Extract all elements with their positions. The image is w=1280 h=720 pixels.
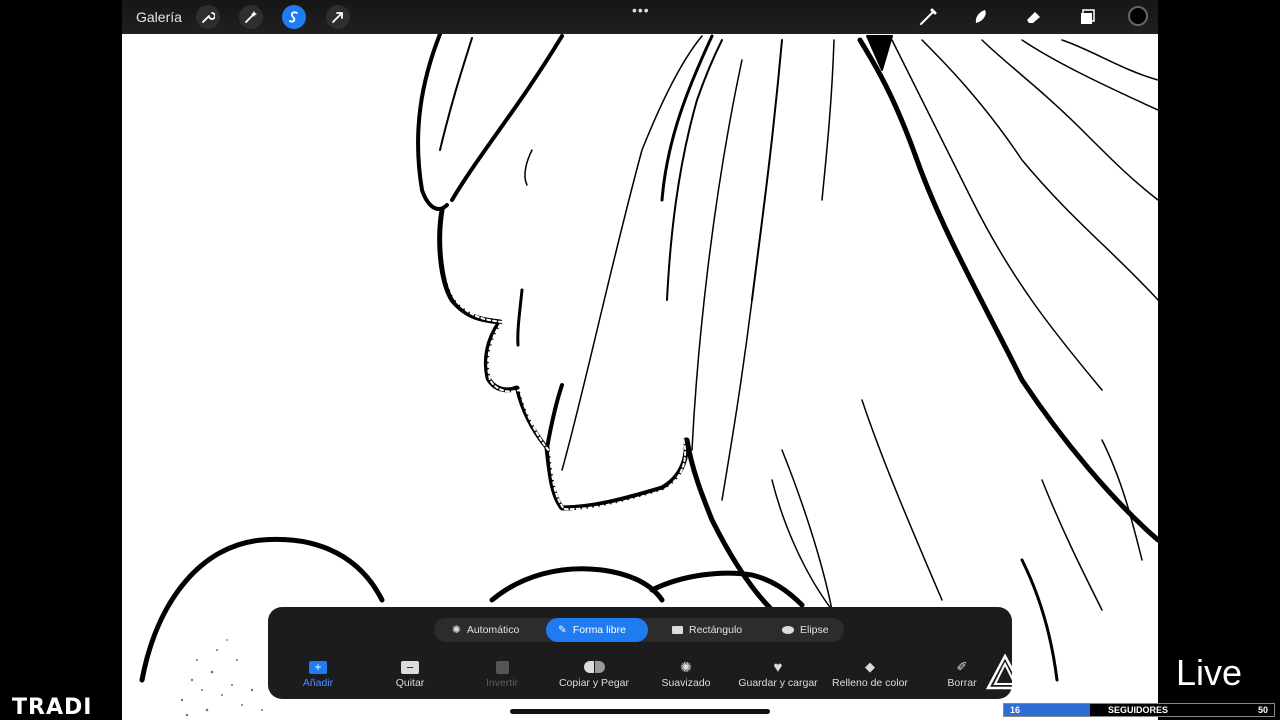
selection-mode-bar: ✺ Automático ✎ Forma libre Rectángulo El… bbox=[434, 618, 844, 642]
home-indicator bbox=[510, 709, 770, 714]
gallery-button[interactable]: Galería bbox=[136, 9, 182, 25]
selection-icon[interactable] bbox=[282, 5, 306, 29]
ellipse-icon bbox=[782, 626, 794, 634]
layers-icon[interactable] bbox=[1076, 6, 1098, 28]
selection-panel: ✺ Automático ✎ Forma libre Rectángulo El… bbox=[268, 607, 1012, 699]
followers-current: 16 bbox=[1010, 705, 1021, 715]
live-label: Live bbox=[1176, 652, 1243, 693]
invert-icon bbox=[495, 660, 509, 674]
followers-goal-bar: 16 SEGUIDORES 50 bbox=[1003, 703, 1275, 717]
brush-icon[interactable] bbox=[917, 6, 939, 28]
invert-button[interactable]: Invertir bbox=[457, 657, 547, 689]
mode-automatic[interactable]: ✺ Automático bbox=[440, 618, 531, 642]
more-options-icon[interactable]: ••• bbox=[632, 2, 650, 18]
feather-button[interactable]: ✺ Suavizado bbox=[641, 657, 731, 690]
mode-freehand[interactable]: ✎ Forma libre bbox=[546, 618, 648, 642]
channel-name: TRADI bbox=[12, 695, 93, 720]
fill-icon: ◆ bbox=[865, 659, 875, 674]
sparkle-icon: ✺ bbox=[452, 624, 461, 636]
clear-icon: ✐ bbox=[956, 659, 968, 674]
copy-paste-button[interactable]: Copiar y Pegar bbox=[549, 657, 639, 689]
smudge-icon[interactable] bbox=[970, 6, 992, 28]
followers-label: SEGUIDORES bbox=[1108, 705, 1169, 715]
rectangle-icon bbox=[672, 626, 683, 634]
followers-goal: 50 bbox=[1257, 705, 1268, 715]
remove-button[interactable]: − Quitar bbox=[365, 657, 455, 689]
save-load-button[interactable]: ♥ Guardar y cargar bbox=[733, 657, 823, 690]
feather-icon: ✺ bbox=[680, 658, 692, 675]
heart-icon: ♥ bbox=[773, 658, 783, 676]
add-button[interactable]: + Añadir bbox=[273, 657, 363, 689]
live-logo-icon bbox=[985, 653, 1025, 690]
eraser-icon[interactable] bbox=[1023, 6, 1045, 28]
wrench-icon[interactable] bbox=[196, 5, 220, 29]
top-toolbar: Galería ••• bbox=[122, 0, 1158, 34]
pen-icon: ✎ bbox=[558, 624, 567, 636]
mode-rectangle[interactable]: Rectángulo bbox=[660, 618, 754, 642]
copy-paste-icon bbox=[583, 661, 605, 673]
remove-icon: − bbox=[401, 660, 419, 674]
mode-ellipse[interactable]: Elipse bbox=[770, 618, 841, 642]
magic-wand-icon[interactable] bbox=[239, 5, 263, 29]
color-fill-button[interactable]: ◆ Relleno de color bbox=[825, 657, 915, 689]
color-picker[interactable] bbox=[1128, 6, 1148, 26]
arrow-transform-icon[interactable] bbox=[326, 5, 350, 29]
add-icon: + bbox=[309, 660, 327, 674]
